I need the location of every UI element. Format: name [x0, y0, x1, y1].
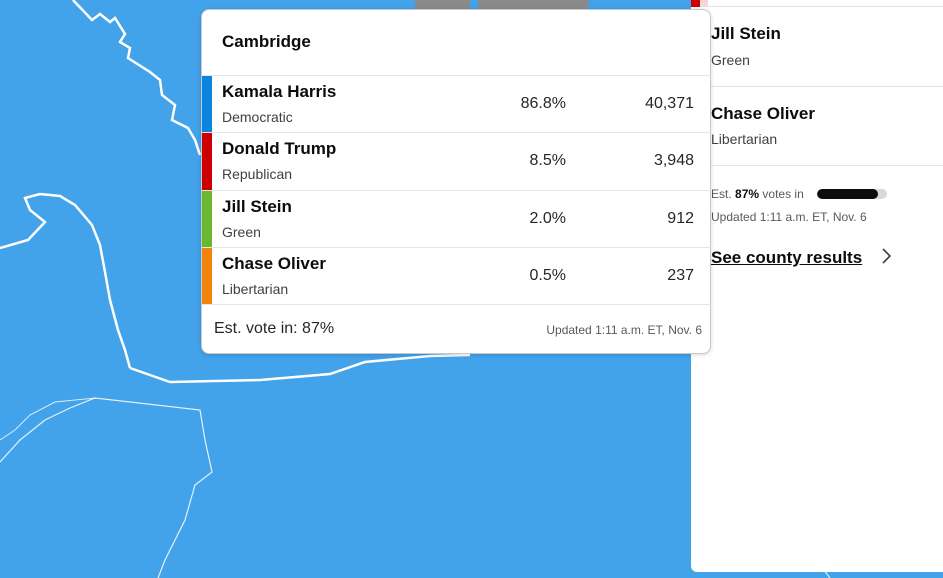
- tooltip-footer: Est. vote in: 87% Updated 1:11 a.m. ET, …: [202, 304, 712, 337]
- candidate-percent: 0.5%: [529, 267, 566, 284]
- candidate-row: Kamala Harris Democratic 86.8% 40,371: [202, 75, 712, 133]
- see-county-results-link[interactable]: See county results: [711, 248, 862, 268]
- candidate-party: Republican: [222, 166, 293, 182]
- party-color-bar: [202, 191, 212, 248]
- panel-candidate-party: Libertarian: [711, 131, 778, 147]
- candidate-percent: 86.8%: [520, 95, 566, 112]
- results-panel: Jill Stein Green Chase Oliver Libertaria…: [691, 0, 943, 572]
- candidate-percent: 2.0%: [529, 210, 566, 227]
- party-color-bar: [202, 133, 212, 190]
- divider: [691, 86, 943, 87]
- panel-candidate-party: Green: [711, 52, 750, 68]
- divider: [700, 6, 943, 7]
- candidate-row: Chase Oliver Libertarian 0.5% 237: [202, 247, 712, 305]
- estimated-votes-in: Est. 87% votes in: [711, 187, 804, 201]
- county-tooltip: Cambridge Kamala Harris Democratic 86.8%…: [201, 9, 712, 354]
- candidate-party: Libertarian: [222, 281, 289, 297]
- divider: [691, 165, 943, 166]
- panel-candidate-name: Jill Stein: [711, 24, 781, 43]
- candidate-party: Green: [222, 224, 261, 240]
- candidate-name: Jill Stein: [222, 197, 292, 216]
- candidate-votes: 912: [667, 210, 694, 227]
- chevron-right-icon[interactable]: [878, 246, 896, 266]
- candidate-row: Jill Stein Green 2.0% 912: [202, 190, 712, 248]
- republican-color-strip: [691, 0, 700, 7]
- candidate-name: Chase Oliver: [222, 254, 326, 273]
- panel-updated-time: Updated 1:11 a.m. ET, Nov. 6: [711, 210, 867, 224]
- panel-candidate-name: Chase Oliver: [711, 104, 815, 123]
- votes-in-progress-bar: [817, 189, 887, 199]
- party-color-bar: [202, 248, 212, 305]
- candidate-percent: 8.5%: [529, 152, 566, 169]
- candidate-votes: 3,948: [653, 152, 694, 169]
- est-suffix: votes in: [762, 187, 804, 201]
- candidate-row: Donald Trump Republican 8.5% 3,948: [202, 132, 712, 190]
- votes-in-progress-fill: [817, 189, 878, 199]
- tooltip-updated-time: Updated 1:11 a.m. ET, Nov. 6: [546, 323, 702, 337]
- candidate-name: Donald Trump: [222, 139, 337, 158]
- candidate-party: Democratic: [222, 109, 293, 125]
- candidate-votes: 237: [667, 267, 694, 284]
- candidate-name: Kamala Harris: [222, 82, 337, 101]
- county-name: Cambridge: [222, 32, 311, 51]
- est-vote-in: Est. vote in: 87%: [214, 320, 335, 337]
- est-prefix: Est.: [711, 187, 732, 201]
- est-percent: 87%: [735, 187, 760, 201]
- party-color-bar: [202, 76, 212, 133]
- candidate-votes: 40,371: [645, 95, 694, 112]
